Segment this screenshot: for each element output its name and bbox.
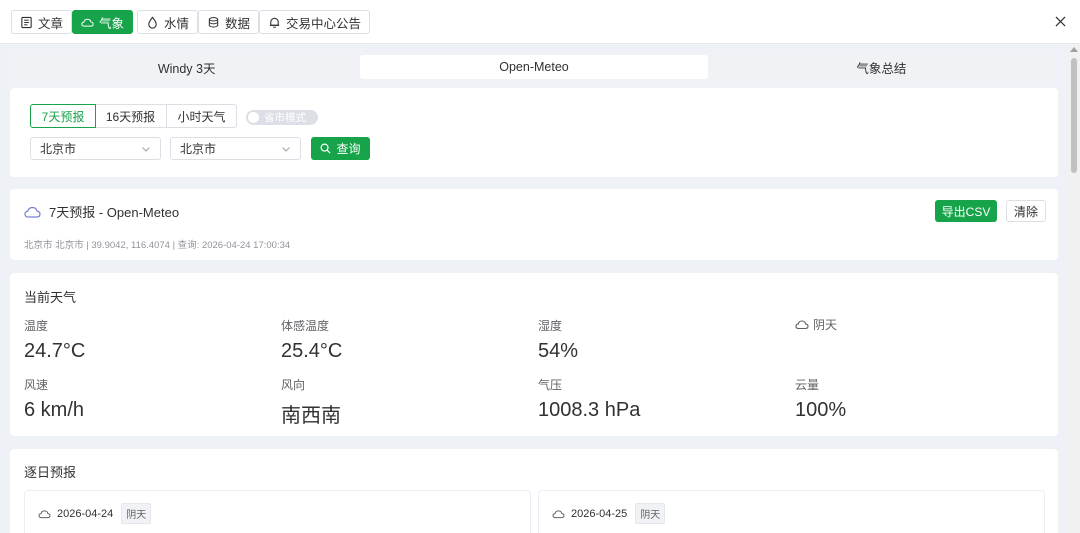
cloud-icon	[795, 320, 809, 330]
province-mode-toggle[interactable]: 省市模式	[246, 110, 318, 125]
pressure-value: 1008.3 hPa	[538, 399, 641, 421]
result-title-text: 7天预报 - Open-Meteo	[49, 205, 180, 220]
scrollbar[interactable]	[1068, 44, 1080, 533]
day-header: 2026-04-25 阴天	[552, 503, 666, 524]
day-card: 2026-04-25 阴天	[538, 490, 1045, 533]
temperature-label: 温度	[24, 319, 49, 333]
nav-data-button[interactable]: 数据	[198, 10, 260, 34]
search-icon	[320, 143, 331, 154]
bell-icon	[269, 17, 280, 28]
current-weather-card	[10, 273, 1058, 436]
query-button[interactable]: 查询	[311, 137, 370, 160]
clear-button[interactable]: 清除	[1006, 200, 1046, 222]
chevron-down-icon	[282, 146, 290, 152]
query-label: 查询	[336, 142, 361, 156]
top-toolbar: 文章 气象 水情 数据 交易中心公告	[0, 0, 1080, 44]
tab-weather-summary[interactable]: 气象总结	[708, 55, 1055, 79]
tab-open-meteo[interactable]: Open-Meteo	[360, 55, 708, 79]
daily-forecast-title: 逐日预报	[24, 465, 77, 480]
condition-text: 阴天	[813, 318, 838, 332]
cloud-icon	[81, 18, 94, 27]
nav-announcement-label: 交易中心公告	[286, 16, 362, 31]
feels-like-label: 体感温度	[281, 319, 330, 333]
current-weather-title: 当前天气	[24, 290, 77, 305]
pressure-label: 气压	[538, 378, 563, 392]
result-title: 7天预报 - Open-Meteo	[24, 202, 179, 221]
humidity-value: 54%	[538, 340, 579, 362]
nav-weather-label: 气象	[99, 16, 125, 31]
close-icon[interactable]	[1050, 11, 1070, 31]
cloud-icon	[38, 509, 51, 518]
nav-weather-button[interactable]: 气象	[72, 10, 134, 34]
scroll-up-arrow-icon[interactable]	[1070, 47, 1078, 52]
day-condition-badge: 阴天	[121, 503, 152, 524]
database-icon	[208, 16, 219, 28]
day-header: 2026-04-24 阴天	[38, 503, 152, 524]
toggle-label: 省市模式	[264, 112, 306, 124]
wind-direction-value: 南西南	[281, 405, 341, 427]
mode-hourly[interactable]: 小时天气	[166, 104, 237, 128]
day-date: 2026-04-25	[571, 507, 628, 520]
nav-data-label: 数据	[225, 16, 251, 31]
export-csv-button[interactable]: 导出CSV	[935, 200, 997, 222]
cloud-icon	[24, 206, 41, 218]
chevron-down-icon	[142, 146, 150, 152]
scrollbar-thumb[interactable]	[1071, 58, 1077, 173]
mode-7day[interactable]: 7天预报	[30, 104, 96, 128]
cloud-icon	[552, 509, 565, 518]
nav-water-label: 水情	[164, 16, 190, 31]
result-meta: 北京市 北京市 | 39.9042, 116.4074 | 查询: 2026-0…	[24, 240, 291, 251]
cloud-cover-value: 100%	[795, 399, 847, 421]
tab-windy[interactable]: Windy 3天	[13, 55, 360, 79]
mode-16day[interactable]: 16天预报	[95, 104, 167, 128]
wind-speed-label: 风速	[24, 378, 49, 392]
nav-water-button[interactable]: 水情	[137, 10, 199, 34]
humidity-label: 湿度	[538, 319, 563, 333]
city-select[interactable]: 北京市	[170, 137, 301, 160]
article-icon	[21, 16, 32, 28]
province-value: 北京市	[40, 142, 77, 156]
day-date: 2026-04-24	[57, 507, 114, 520]
temperature-value: 24.7°C	[24, 340, 86, 362]
wind-direction-label: 风向	[281, 378, 306, 392]
province-select[interactable]: 北京市	[30, 137, 161, 160]
city-value: 北京市	[180, 142, 217, 156]
query-card	[10, 88, 1058, 177]
nav-article-button[interactable]: 文章	[11, 10, 73, 34]
nav-article-label: 文章	[38, 16, 64, 31]
condition-label: 阴天	[795, 316, 837, 333]
feels-like-value: 25.4°C	[281, 340, 343, 362]
source-tabs: Windy 3天 Open-Meteo 气象总结	[10, 52, 1058, 82]
day-card: 2026-04-24 阴天	[24, 490, 531, 533]
toggle-knob	[248, 112, 259, 123]
nav-announcement-button[interactable]: 交易中心公告	[259, 10, 371, 34]
day-condition-badge: 阴天	[635, 503, 666, 524]
water-drop-icon	[148, 16, 157, 29]
cloud-cover-label: 云量	[795, 378, 820, 392]
wind-speed-value: 6 km/h	[24, 399, 85, 421]
